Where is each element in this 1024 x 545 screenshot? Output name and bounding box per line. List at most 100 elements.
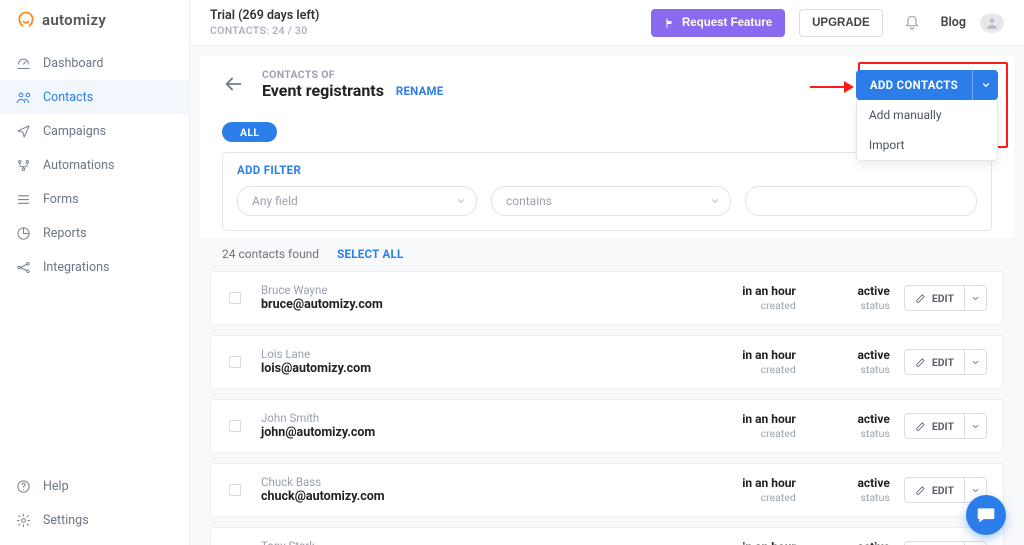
contact-email: lois@automizy.com: [261, 361, 686, 377]
annotation-arrow-icon: [810, 80, 854, 94]
created-label: created: [686, 427, 796, 440]
filter-value-input[interactable]: [745, 186, 977, 216]
contact-name: Chuck Bass: [261, 475, 686, 489]
pencil-icon: [915, 293, 926, 304]
select-all-link[interactable]: SELECT ALL: [337, 247, 403, 261]
row-edit-group: EDIT: [904, 285, 987, 311]
row-checkbox[interactable]: [229, 292, 241, 304]
chat-icon: [976, 505, 996, 525]
sidebar-item-label: Help: [43, 479, 69, 494]
sidebar-item-integrations[interactable]: Integrations: [0, 250, 189, 284]
sidebar-item-help[interactable]: Help: [0, 469, 189, 503]
trial-line1: Trial (269 days left): [210, 8, 319, 24]
header-title: Event registrants: [262, 81, 384, 100]
contact-row[interactable]: Tony Starktony@automizy.comin an hourcre…: [210, 527, 1004, 545]
row-created: in an hourcreated: [686, 476, 796, 504]
user-icon: [985, 16, 999, 30]
chevron-down-icon: [981, 80, 991, 90]
help-icon: [16, 479, 31, 494]
upgrade-button[interactable]: UPGRADE: [799, 9, 883, 37]
sidebar-item-automations[interactable]: Automations: [0, 148, 189, 182]
edit-dropdown-toggle[interactable]: [965, 349, 987, 375]
sidebar-item-campaigns[interactable]: Campaigns: [0, 114, 189, 148]
logo-mark-icon: [16, 10, 36, 30]
status-label: status: [810, 491, 890, 504]
contact-row[interactable]: John Smithjohn@automizy.comin an hourcre…: [210, 399, 1004, 453]
sidebar-item-label: Forms: [43, 192, 79, 207]
created-value: in an hour: [686, 348, 796, 363]
created-label: created: [686, 299, 796, 312]
chevron-down-icon: [710, 196, 720, 206]
connections-icon: [16, 260, 31, 275]
chat-fab[interactable]: [966, 495, 1006, 535]
status-value: active: [810, 476, 890, 491]
header-subtitle: CONTACTS OF: [262, 68, 384, 81]
filter-condition-select[interactable]: contains: [491, 186, 731, 216]
contact-row[interactable]: Bruce Waynebruce@automizy.comin an hourc…: [210, 271, 1004, 325]
edit-button[interactable]: EDIT: [904, 541, 965, 545]
contact-email: john@automizy.com: [261, 425, 686, 441]
edit-button[interactable]: EDIT: [904, 285, 965, 311]
sidebar-item-contacts[interactable]: Contacts: [0, 80, 189, 114]
created-value: in an hour: [686, 540, 796, 545]
edit-button[interactable]: EDIT: [904, 349, 965, 375]
status-value: active: [810, 348, 890, 363]
created-label: created: [686, 363, 796, 376]
notifications-button[interactable]: [897, 8, 927, 38]
edit-button[interactable]: EDIT: [904, 477, 965, 503]
sidebar-item-dashboard[interactable]: Dashboard: [0, 46, 189, 80]
row-checkbox[interactable]: [229, 484, 241, 496]
row-status: activestatus: [810, 476, 890, 504]
upgrade-label: UPGRADE: [812, 17, 870, 29]
edit-button[interactable]: EDIT: [904, 413, 965, 439]
dropdown-option-add-manually[interactable]: Add manually: [857, 100, 997, 130]
pencil-icon: [915, 485, 926, 496]
status-label: status: [810, 363, 890, 376]
rename-link[interactable]: RENAME: [396, 84, 444, 100]
filter-pill-all[interactable]: ALL: [222, 122, 277, 142]
created-value: in an hour: [686, 476, 796, 491]
header-titles: CONTACTS OF Event registrants: [262, 68, 384, 100]
sidebar-item-forms[interactable]: Forms: [0, 182, 189, 216]
contact-row[interactable]: Chuck Basschuck@automizy.comin an hourcr…: [210, 463, 1004, 517]
back-button[interactable]: [222, 73, 244, 95]
filter-field-select[interactable]: Any field: [237, 186, 477, 216]
dropdown-option-import[interactable]: Import: [857, 130, 997, 160]
sidebar-item-reports[interactable]: Reports: [0, 216, 189, 250]
add-contacts-dropdown-toggle[interactable]: [972, 70, 998, 100]
filter-box: ADD FILTER Any field contains: [222, 152, 992, 231]
sidebar-item-settings[interactable]: Settings: [0, 503, 189, 537]
row-edit-group: EDIT: [904, 349, 987, 375]
contact-row[interactable]: Lois Lanelois@automizy.comin an hourcrea…: [210, 335, 1004, 389]
avatar[interactable]: [980, 13, 1004, 33]
paper-plane-icon: [16, 124, 31, 139]
sidebar-item-label: Automations: [43, 158, 114, 173]
trial-line2: CONTACTS: 24 / 30: [210, 24, 319, 37]
chevron-down-icon: [456, 196, 466, 206]
contact-name: Tony Stark: [261, 539, 686, 545]
sidebar-bottom: Help Settings: [0, 469, 189, 545]
blog-link[interactable]: Blog: [941, 15, 966, 30]
edit-dropdown-toggle[interactable]: [965, 541, 987, 545]
edit-dropdown-toggle[interactable]: [965, 285, 987, 311]
list-header: CONTACTS OF Event registrants RENAME ADD…: [200, 56, 1014, 108]
row-status: activestatus: [810, 284, 890, 312]
created-label: created: [686, 491, 796, 504]
request-feature-label: Request Feature: [682, 17, 772, 29]
row-checkbox[interactable]: [229, 356, 241, 368]
row-checkbox[interactable]: [229, 420, 241, 432]
add-contacts-block: ADD CONTACTS Add manually Import: [856, 70, 998, 161]
results-meta: 24 contacts found SELECT ALL: [200, 237, 1014, 271]
edit-label: EDIT: [932, 484, 954, 497]
row-created: in an hourcreated: [686, 540, 796, 545]
filter-value-field[interactable]: [760, 187, 962, 215]
add-contacts-button[interactable]: ADD CONTACTS: [856, 70, 972, 100]
add-filter-link[interactable]: ADD FILTER: [237, 163, 301, 177]
pencil-icon: [915, 421, 926, 432]
chevron-down-icon: [971, 422, 980, 431]
status-label: status: [810, 427, 890, 440]
flag-icon: [664, 17, 676, 29]
row-status: activestatus: [810, 348, 890, 376]
request-feature-button[interactable]: Request Feature: [651, 9, 785, 37]
edit-dropdown-toggle[interactable]: [965, 413, 987, 439]
